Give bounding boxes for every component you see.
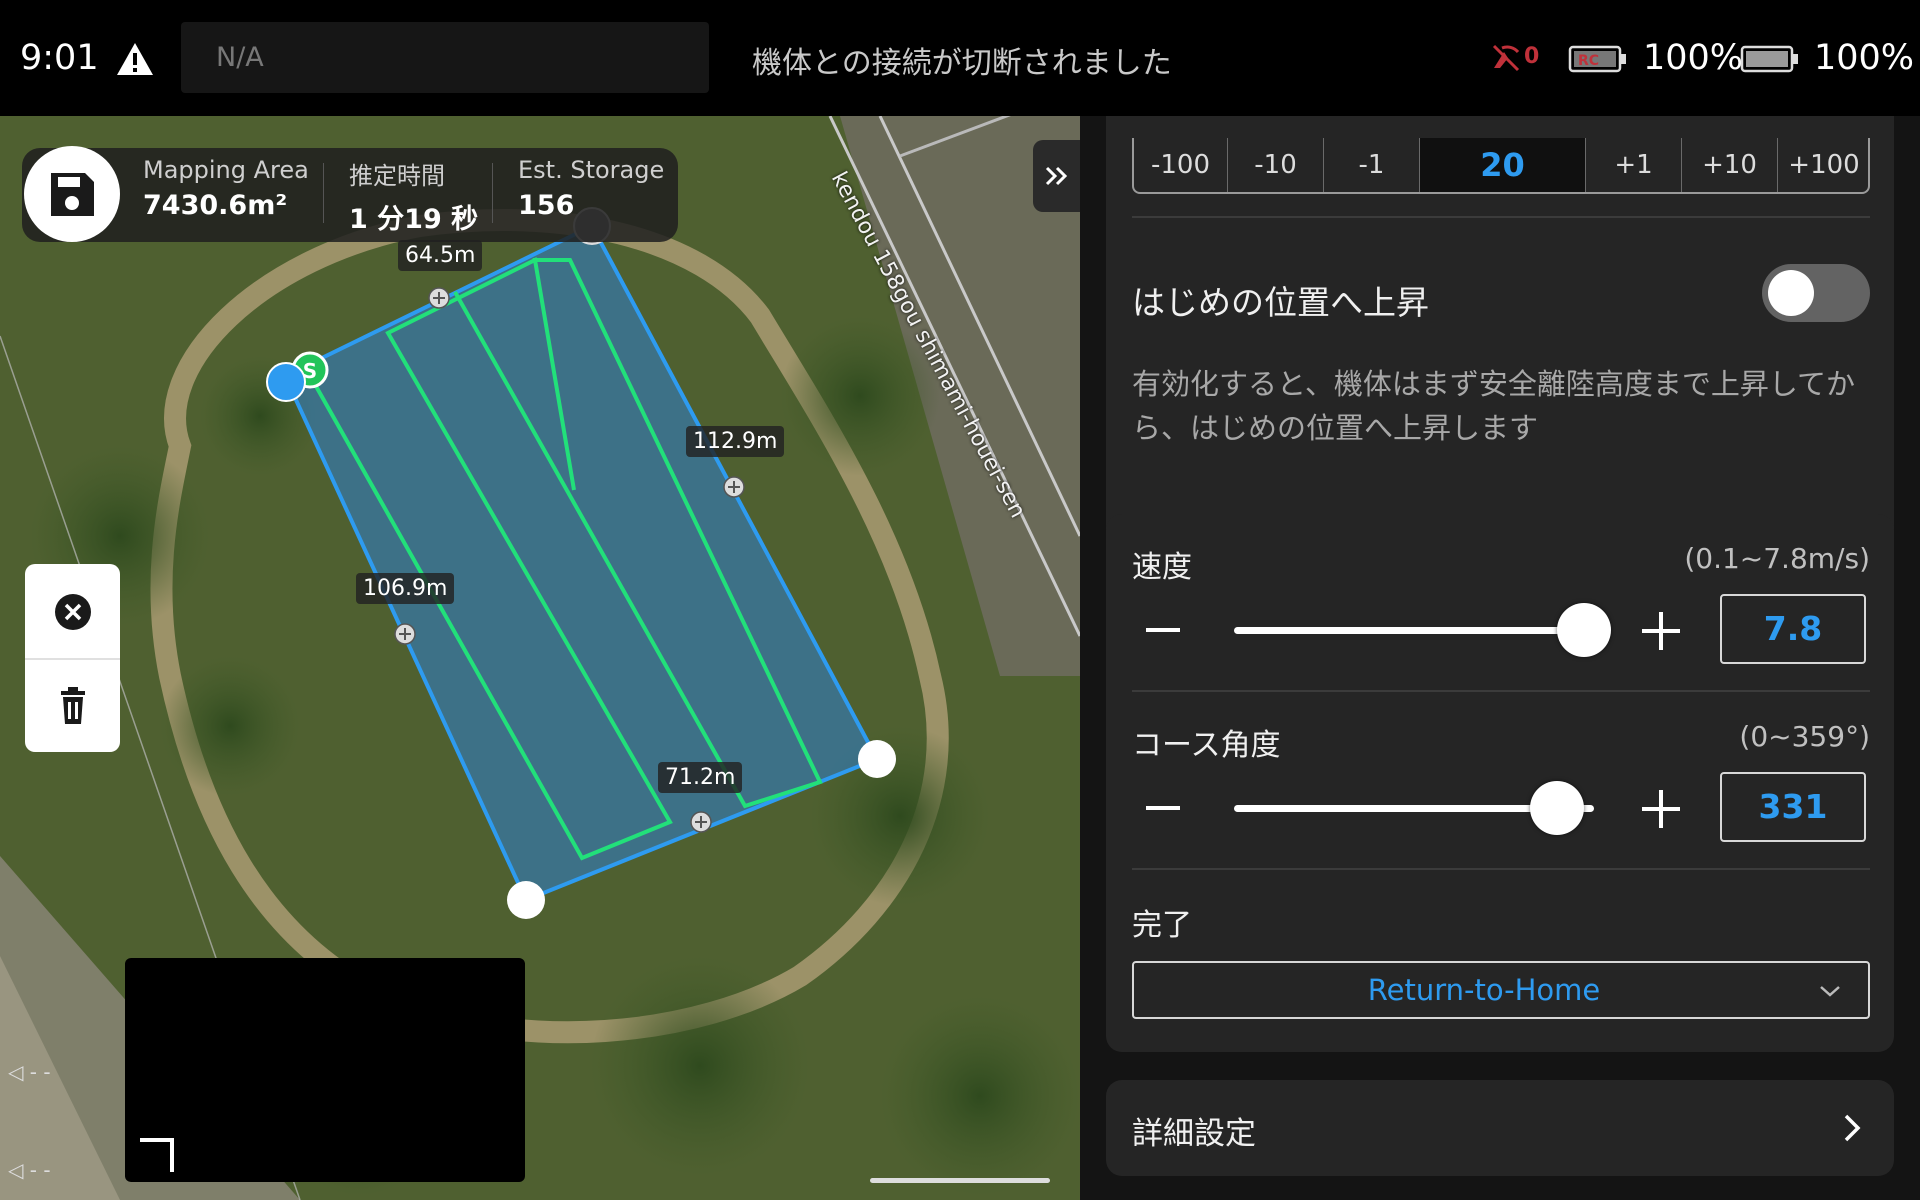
toggle-knob <box>1768 270 1814 316</box>
finish-action-dropdown[interactable]: Return-to-Home <box>1132 961 1870 1019</box>
stat-value: 1 分19 秒 <box>349 204 479 235</box>
advanced-settings-label: 詳細設定 <box>1132 1116 1256 1152</box>
stat-est-storage: Est. Storage 156 <box>518 156 664 221</box>
finish-action-label: 完了 <box>1132 908 1192 943</box>
course-angle-increase-button[interactable] <box>1642 790 1680 828</box>
map-view[interactable]: S 64.5m 112.9m 106.9m 71.2m kendou 158go… <box>0 116 1080 1200</box>
value-stepper: -100 -10 -1 20 +1 +10 +100 <box>1132 138 1870 194</box>
warning-icon[interactable] <box>116 42 154 76</box>
speed-decrease-button[interactable] <box>1146 628 1180 632</box>
rc-battery-percent: 100% <box>1643 38 1744 78</box>
save-icon <box>51 173 94 216</box>
chevron-right-icon <box>1844 1114 1861 1142</box>
rc-battery-icon: RC <box>1568 45 1626 73</box>
vertex-handle-selected[interactable] <box>266 362 306 402</box>
stat-label: Est. Storage <box>518 156 665 184</box>
flight-mode-box[interactable]: N/A <box>181 22 709 93</box>
step-plus-1[interactable]: +1 <box>1586 138 1682 192</box>
signal-count: 0 <box>1524 44 1540 69</box>
clock: 9:01 <box>20 38 99 78</box>
course-angle-slider-knob[interactable] <box>1529 781 1584 835</box>
vertex-handle[interactable] <box>858 740 896 778</box>
course-angle-value-input[interactable]: 331 <box>1720 772 1866 842</box>
stat-value: 7430.6m² <box>143 190 288 221</box>
speed-value-input[interactable]: 7.8 <box>1720 594 1866 664</box>
drone-battery-icon <box>1740 45 1798 73</box>
edge-mark: ◁ - - <box>8 1158 51 1182</box>
course-angle-label: コース角度 <box>1132 728 1281 763</box>
edge-mark: ◁ - - <box>8 1060 51 1084</box>
edge-length-label: 106.9m <box>356 573 455 604</box>
stat-mapping-area: Mapping Area 7430.6m² <box>143 156 309 221</box>
chevron-down-icon <box>1820 986 1840 997</box>
speed-increase-button[interactable] <box>1642 612 1680 650</box>
home-indicator <box>870 1178 1050 1183</box>
divider <box>1132 690 1870 692</box>
step-minus-1[interactable]: -1 <box>1324 138 1420 192</box>
stat-label: Mapping Area <box>143 156 309 184</box>
edge-length-label: 112.9m <box>686 426 785 457</box>
step-plus-10[interactable]: +10 <box>1682 138 1778 192</box>
divider <box>1132 216 1870 218</box>
stat-divider <box>323 163 324 223</box>
stat-divider <box>492 163 493 223</box>
svg-text:RC: RC <box>1578 53 1599 69</box>
step-minus-10[interactable]: -10 <box>1228 138 1324 192</box>
flight-mode-text: N/A <box>216 42 264 73</box>
double-chevron-right-icon <box>1045 166 1068 186</box>
status-bar: 9:01 N/A 機体との接続が切断されました 0 RC 100% 100% <box>0 0 1920 116</box>
camera-preview-window[interactable] <box>125 958 525 1182</box>
speed-slider-knob[interactable] <box>1557 603 1611 657</box>
stat-estimated-time: 推定時間 1 分19 秒 <box>349 156 478 236</box>
save-button[interactable] <box>24 146 120 242</box>
divider <box>1132 868 1870 870</box>
drone-battery-percent: 100% <box>1814 38 1915 78</box>
vertex-handle[interactable] <box>507 881 545 919</box>
edge-length-label: 64.5m <box>398 240 483 271</box>
advanced-settings-row[interactable]: 詳細設定 <box>1106 1080 1894 1176</box>
step-minus-100[interactable]: -100 <box>1134 138 1228 192</box>
speed-range: (0.1~7.8m/s) <box>1684 542 1870 575</box>
step-plus-100[interactable]: +100 <box>1778 138 1870 192</box>
ascend-to-start-label: はじめの位置へ上昇 <box>1132 283 1429 322</box>
connection-status-message: 機体との接続が切断されました <box>752 46 1172 81</box>
speed-label: 速度 <box>1132 550 1192 585</box>
tool-divider <box>25 658 120 660</box>
expand-corner-icon[interactable] <box>140 1138 174 1172</box>
course-angle-range: (0~359°) <box>1739 720 1870 753</box>
clear-points-button[interactable] <box>45 584 101 640</box>
step-current-value[interactable]: 20 <box>1420 138 1586 192</box>
delete-button[interactable] <box>45 678 101 734</box>
stat-value: 156 <box>518 190 575 221</box>
course-angle-slider[interactable] <box>1234 781 1594 835</box>
stat-label: 推定時間 <box>349 162 445 190</box>
speed-slider[interactable] <box>1234 603 1611 657</box>
collapse-panel-button[interactable] <box>1033 140 1080 212</box>
edge-length-label: 71.2m <box>658 762 743 793</box>
finish-action-value: Return-to-Home <box>1367 973 1601 1007</box>
settings-panel[interactable]: -100 -10 -1 20 +1 +10 +100 はじめの位置へ上昇 有効化… <box>1080 116 1920 1200</box>
ascend-description: 有効化すると、機体はまず安全離陸高度まで上昇してから、はじめの位置へ上昇します <box>1132 367 1855 445</box>
course-angle-decrease-button[interactable] <box>1146 806 1180 810</box>
